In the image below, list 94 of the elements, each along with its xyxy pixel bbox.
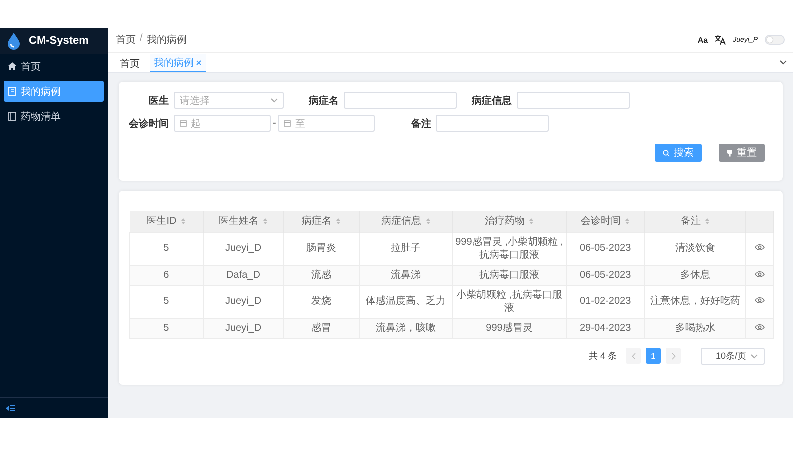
- column-header[interactable]: 病症名: [284, 211, 360, 232]
- field-label: 病症信息: [470, 94, 512, 108]
- close-icon[interactable]: [196, 60, 202, 66]
- document-icon: [8, 87, 17, 96]
- table-cell: 注意休息，好好吃药: [644, 285, 746, 318]
- table-cell: 清淡饮食: [644, 232, 746, 265]
- collapse-icon: [6, 404, 15, 412]
- sort-icon: [426, 218, 431, 226]
- eye-icon: [754, 324, 765, 330]
- chevron-left-icon: [632, 352, 636, 360]
- table-cell: 流鼻涕，咳嗽: [360, 318, 453, 338]
- table-cell: 体感温度高、乏力: [360, 285, 453, 318]
- table-cell: Jueyi_D: [203, 318, 284, 338]
- table-cell: 多喝热水: [644, 318, 746, 338]
- table-cell: 999感冒灵: [452, 318, 567, 338]
- menu-item[interactable]: 我的病例: [4, 81, 104, 102]
- eye-icon: [754, 270, 765, 278]
- table-cell: 多休息: [644, 265, 746, 285]
- view-button[interactable]: [754, 270, 765, 278]
- brush-icon: [727, 150, 733, 156]
- table-cell: Jueyi_D: [203, 285, 284, 318]
- drop-icon: [7, 32, 21, 50]
- font-size-button[interactable]: Aa: [698, 36, 708, 44]
- table-cell: 拉肚子: [360, 232, 453, 265]
- menu-item[interactable]: 首页: [4, 56, 104, 77]
- home-icon: [8, 62, 17, 71]
- calendar-icon: [180, 120, 187, 127]
- table-cell: 5: [130, 318, 204, 338]
- table-cell: 5: [130, 285, 204, 318]
- column-header[interactable]: 备注: [644, 211, 746, 232]
- field-label: 会诊时间: [129, 118, 169, 130]
- collapse-button[interactable]: [6, 404, 15, 412]
- reset-button[interactable]: 重置: [719, 144, 765, 162]
- table-cell: 01-02-2023: [566, 285, 645, 318]
- app-title: CM-System: [29, 35, 89, 47]
- tab[interactable]: 我的病例: [150, 54, 206, 72]
- sort-icon: [263, 218, 268, 226]
- table-cell: 感冒: [284, 318, 360, 338]
- table-cell: 发烧: [284, 285, 360, 318]
- page-size-select[interactable]: 10条/页: [701, 348, 765, 364]
- tabs-menu-button[interactable]: [780, 60, 787, 65]
- breadcrumb-item[interactable]: 我的病例: [146, 33, 187, 47]
- table-cell: 5: [130, 232, 204, 265]
- column-header[interactable]: 会诊时间: [566, 211, 645, 232]
- date-separator: -: [273, 118, 276, 129]
- sort-icon: [704, 218, 710, 226]
- table-cell: 6: [130, 265, 204, 285]
- view-button[interactable]: [754, 324, 765, 330]
- info-input[interactable]: [517, 92, 630, 109]
- chevron-down-icon: [751, 354, 758, 358]
- eye-icon: [754, 297, 765, 304]
- table-cell: 06-05-2023: [566, 265, 645, 285]
- table-cell: Dafa_D: [203, 265, 284, 285]
- search-button[interactable]: 搜索: [655, 144, 702, 162]
- menu-item[interactable]: 药物清单: [4, 106, 104, 127]
- page-button[interactable]: 1: [646, 348, 661, 364]
- field-label: 病症名: [308, 94, 339, 108]
- translate-icon: [715, 35, 726, 45]
- column-header[interactable]: 治疗药物: [452, 211, 567, 232]
- table-cell: 抗病毒口服液: [452, 265, 567, 285]
- column-header[interactable]: 病症信息: [360, 211, 453, 232]
- table-cell: 流鼻涕: [360, 265, 453, 285]
- table-cell: 肠胃炎: [284, 232, 360, 265]
- table-cell: 29-04-2023: [566, 318, 645, 338]
- table-cell: 999感冒灵 ,小柴胡颗粒 ,抗病毒口服液: [452, 232, 567, 265]
- table-cell: 06-05-2023: [566, 232, 645, 265]
- chevron-down-icon: [271, 98, 278, 103]
- sort-icon: [180, 218, 186, 226]
- column-header[interactable]: 医生姓名: [203, 211, 284, 232]
- view-button[interactable]: [754, 244, 765, 251]
- field-label: 医生: [148, 94, 169, 108]
- breadcrumb-item[interactable]: 首页: [116, 33, 136, 47]
- table-cell: 流感: [284, 265, 360, 285]
- sort-icon: [336, 218, 342, 226]
- sort-icon: [625, 218, 630, 226]
- book-icon: [8, 112, 17, 121]
- view-button[interactable]: [754, 297, 765, 304]
- calendar-icon: [284, 120, 292, 127]
- table-cell: 小柴胡颗粒 ,抗病毒口服液: [452, 285, 567, 318]
- translate-button[interactable]: [715, 35, 726, 45]
- note-input[interactable]: [436, 115, 550, 132]
- chevron-right-icon: [672, 352, 676, 360]
- field-label: 备注: [410, 117, 432, 130]
- column-header[interactable]: 医生ID: [130, 211, 204, 232]
- search-icon: [663, 150, 670, 156]
- breadcrumb-separator: /: [140, 33, 143, 46]
- table-cell: Jueyi_D: [203, 232, 284, 265]
- eye-icon: [754, 244, 765, 251]
- sort-icon: [529, 218, 534, 226]
- disease-input[interactable]: [344, 92, 457, 109]
- chevron-down-icon: [780, 60, 787, 65]
- dark-mode-switch[interactable]: [765, 35, 785, 45]
- tab[interactable]: 首页: [116, 55, 144, 72]
- total-count: 共 4 条: [588, 350, 617, 362]
